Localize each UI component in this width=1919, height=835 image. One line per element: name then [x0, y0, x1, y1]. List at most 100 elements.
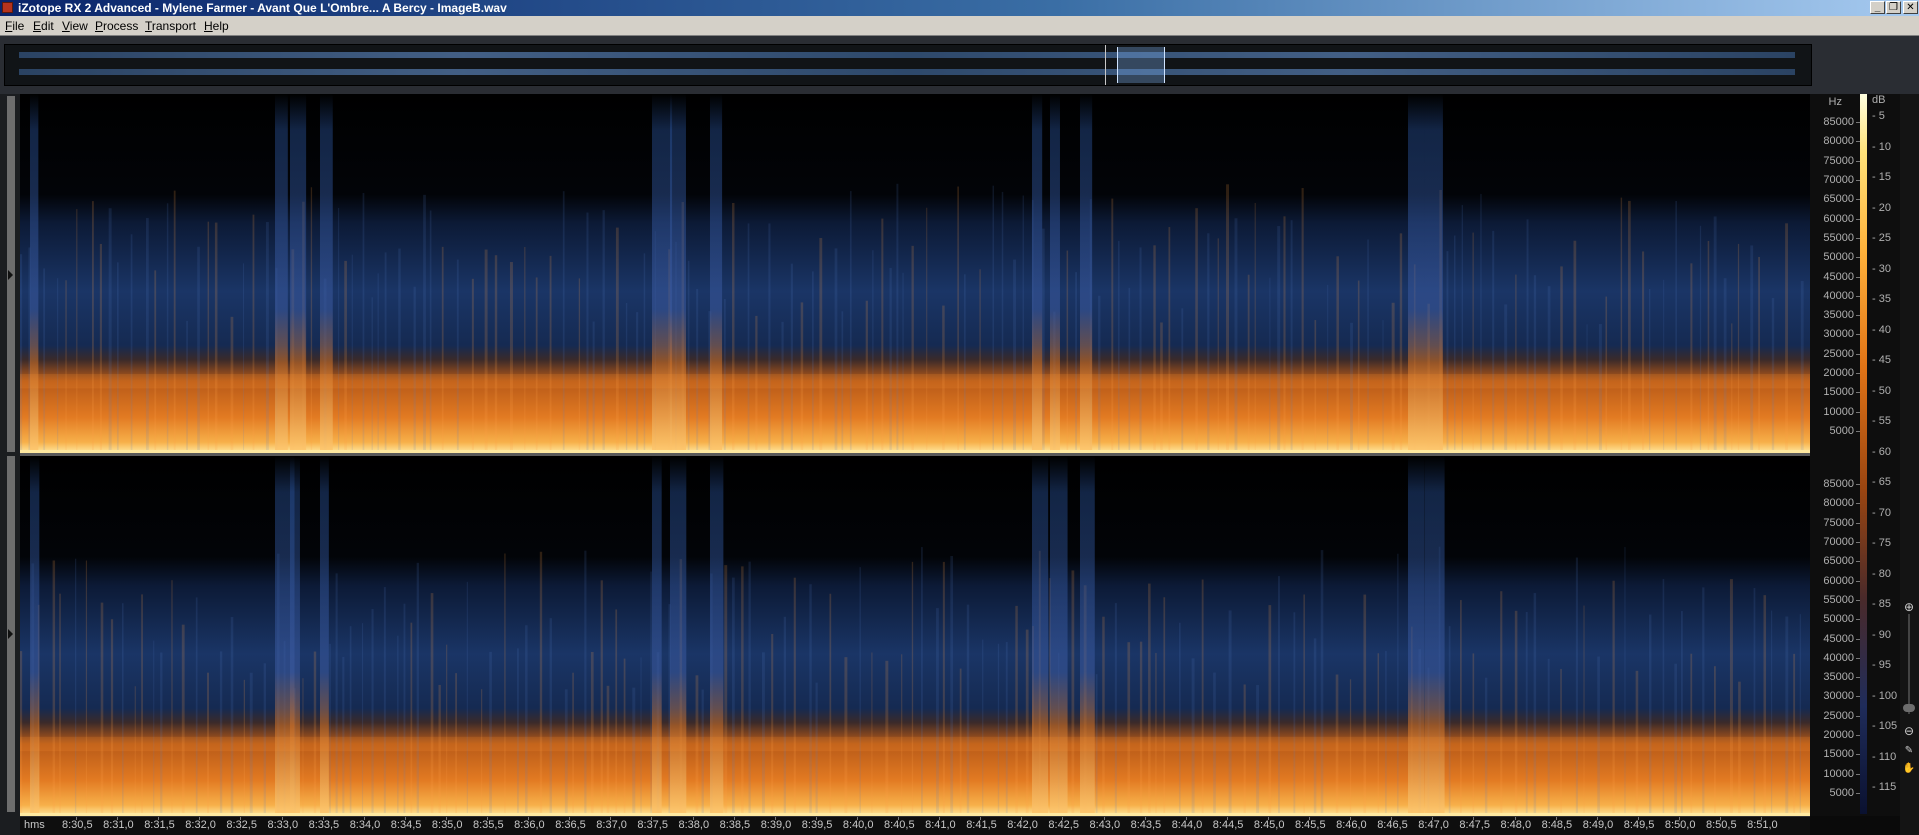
spectrogram-transient [1217, 238, 1219, 453]
spectrogram-transient [1320, 550, 1324, 816]
spectrogram-transient [1586, 324, 1588, 453]
spectrogram-transient [1620, 197, 1623, 453]
minimize-icon[interactable]: _ [1870, 1, 1885, 14]
time-tick-label: 8:32,0 [185, 819, 216, 831]
menu-edit[interactable]: Edit [33, 19, 54, 33]
db-tick-label: - 30 [1872, 262, 1891, 275]
time-tick-mark [980, 817, 982, 820]
spectrogram-transient [881, 218, 884, 453]
zoom-in-icon[interactable]: ⊕ [1902, 600, 1916, 614]
spectrogram-transient [1799, 614, 1801, 816]
spectrogram-transient [963, 274, 966, 453]
spectrogram-transient [586, 212, 589, 453]
time-tick-mark [117, 817, 119, 820]
frequency-tick-label: 50000 [1823, 251, 1854, 264]
overview-waveform[interactable] [4, 44, 1812, 86]
spectrogram-burst [1032, 456, 1049, 816]
time-ruler[interactable]: hms 8:30,5 8:31,0 8:31,5 8:32,0 8:32,5 8:33,0… [20, 816, 1810, 835]
spectrogram-transient [1148, 583, 1151, 816]
db-tick-label: - 75 [1872, 537, 1891, 549]
hand-tool-icon[interactable]: ✋ [1902, 762, 1916, 776]
spectrogram-transient [410, 622, 413, 816]
db-tick-label: - 60 [1872, 445, 1891, 458]
zoom-slider-handle[interactable] [1903, 704, 1915, 712]
time-tick-label: 8:50,0 [1664, 819, 1696, 831]
spectrogram-transient [1785, 223, 1788, 453]
spectrogram-transient [160, 652, 163, 816]
spectrogram-transient [1597, 656, 1600, 816]
time-tick-label: 8:40,0 [842, 819, 874, 831]
spectrogram-transient [181, 624, 185, 816]
pen-tool-icon[interactable]: ✎ [1902, 744, 1916, 758]
spectrogram-transient [549, 255, 552, 453]
menu-help[interactable]: Help [204, 19, 229, 33]
spectrogram-transient [1102, 616, 1105, 816]
spectrogram-transient [1201, 579, 1204, 816]
spectrogram-transient [844, 657, 848, 816]
zoom-slider-track[interactable] [1908, 614, 1910, 714]
frequency-tick-label: 75000 [1823, 516, 1854, 529]
spectrogram-transient [1268, 605, 1272, 816]
spectrogram-transient [950, 555, 954, 816]
spectrogram-burst [670, 456, 687, 816]
spectrogram-transient [1642, 251, 1645, 453]
time-tick-label: 8:36,0 [514, 819, 545, 831]
restore-icon[interactable]: ❐ [1886, 1, 1901, 14]
spectrogram-transient [1758, 256, 1761, 453]
spectrogram-burst [710, 456, 724, 816]
spectrogram-transient [871, 652, 873, 816]
spectrogram-transient [1460, 600, 1462, 816]
spectrogram-transient [52, 560, 56, 816]
frequency-tick-label: 85000 [1823, 478, 1854, 490]
play-marker-icon [8, 270, 13, 280]
spectrogram-transient [145, 218, 149, 453]
spectrogram-transient [1723, 278, 1727, 453]
spectrogram-burst [1032, 94, 1043, 453]
spectrogram-transient [1785, 616, 1789, 816]
spectrogram-transient [1363, 594, 1367, 816]
spectrogram-transient [783, 616, 787, 816]
spectrogram-transient [1139, 641, 1143, 816]
spectrogram-transient [130, 234, 133, 453]
spectrogram-channel-right[interactable] [20, 456, 1810, 816]
spectrogram-transient [1612, 580, 1615, 816]
menu-transport[interactable]: Transport [145, 19, 196, 33]
spectrogram-transient [1702, 587, 1705, 816]
frequency-tick-label: 25000 [1823, 347, 1854, 360]
menu-file[interactable]: File [5, 19, 24, 33]
db-tick-label: - 115 [1872, 781, 1897, 793]
time-tick-mark [322, 817, 324, 820]
frequency-unit-label: Hz [1828, 96, 1842, 108]
spectrogram-transient [1015, 605, 1018, 816]
time-tick-mark [1062, 817, 1064, 820]
time-tick-mark [610, 817, 612, 820]
overview-view-range[interactable] [1117, 47, 1165, 83]
time-tick-mark [1226, 817, 1228, 820]
spectrogram-transient [471, 278, 474, 453]
db-tick-label: - 55 [1872, 415, 1891, 427]
spectrogram-transient [1075, 272, 1078, 453]
spectrogram-transient [834, 248, 838, 453]
spectrogram-transient [1178, 622, 1181, 816]
frequency-tick-label: 80000 [1823, 497, 1854, 510]
spectrogram-channel-left[interactable] [20, 94, 1810, 453]
frequency-tick-label: 30000 [1823, 328, 1854, 341]
menu-process[interactable]: Process [95, 19, 138, 33]
spectrogram-burst [1425, 94, 1443, 453]
spectrogram-transient [615, 227, 619, 453]
time-tick-label: 8:35,0 [431, 819, 463, 831]
spectrogram-transient [872, 250, 874, 453]
time-tick-label: 8:34,0 [349, 819, 381, 831]
spectrogram-transient [1207, 233, 1210, 453]
spectrogram-transient [195, 597, 198, 816]
time-tick-label: 8:39,0 [760, 819, 792, 831]
spectrogram-transient [590, 652, 594, 816]
menu-view[interactable]: View [62, 19, 88, 33]
time-tick-label: 8:33,0 [267, 819, 299, 831]
spectrogram-transient [1114, 603, 1117, 816]
spectrogram-transient [1139, 247, 1142, 453]
overview-panel [0, 36, 1919, 94]
zoom-out-icon[interactable]: ⊖ [1902, 724, 1916, 738]
close-icon[interactable]: ✕ [1903, 1, 1918, 14]
spectrogram-transient [413, 286, 416, 453]
